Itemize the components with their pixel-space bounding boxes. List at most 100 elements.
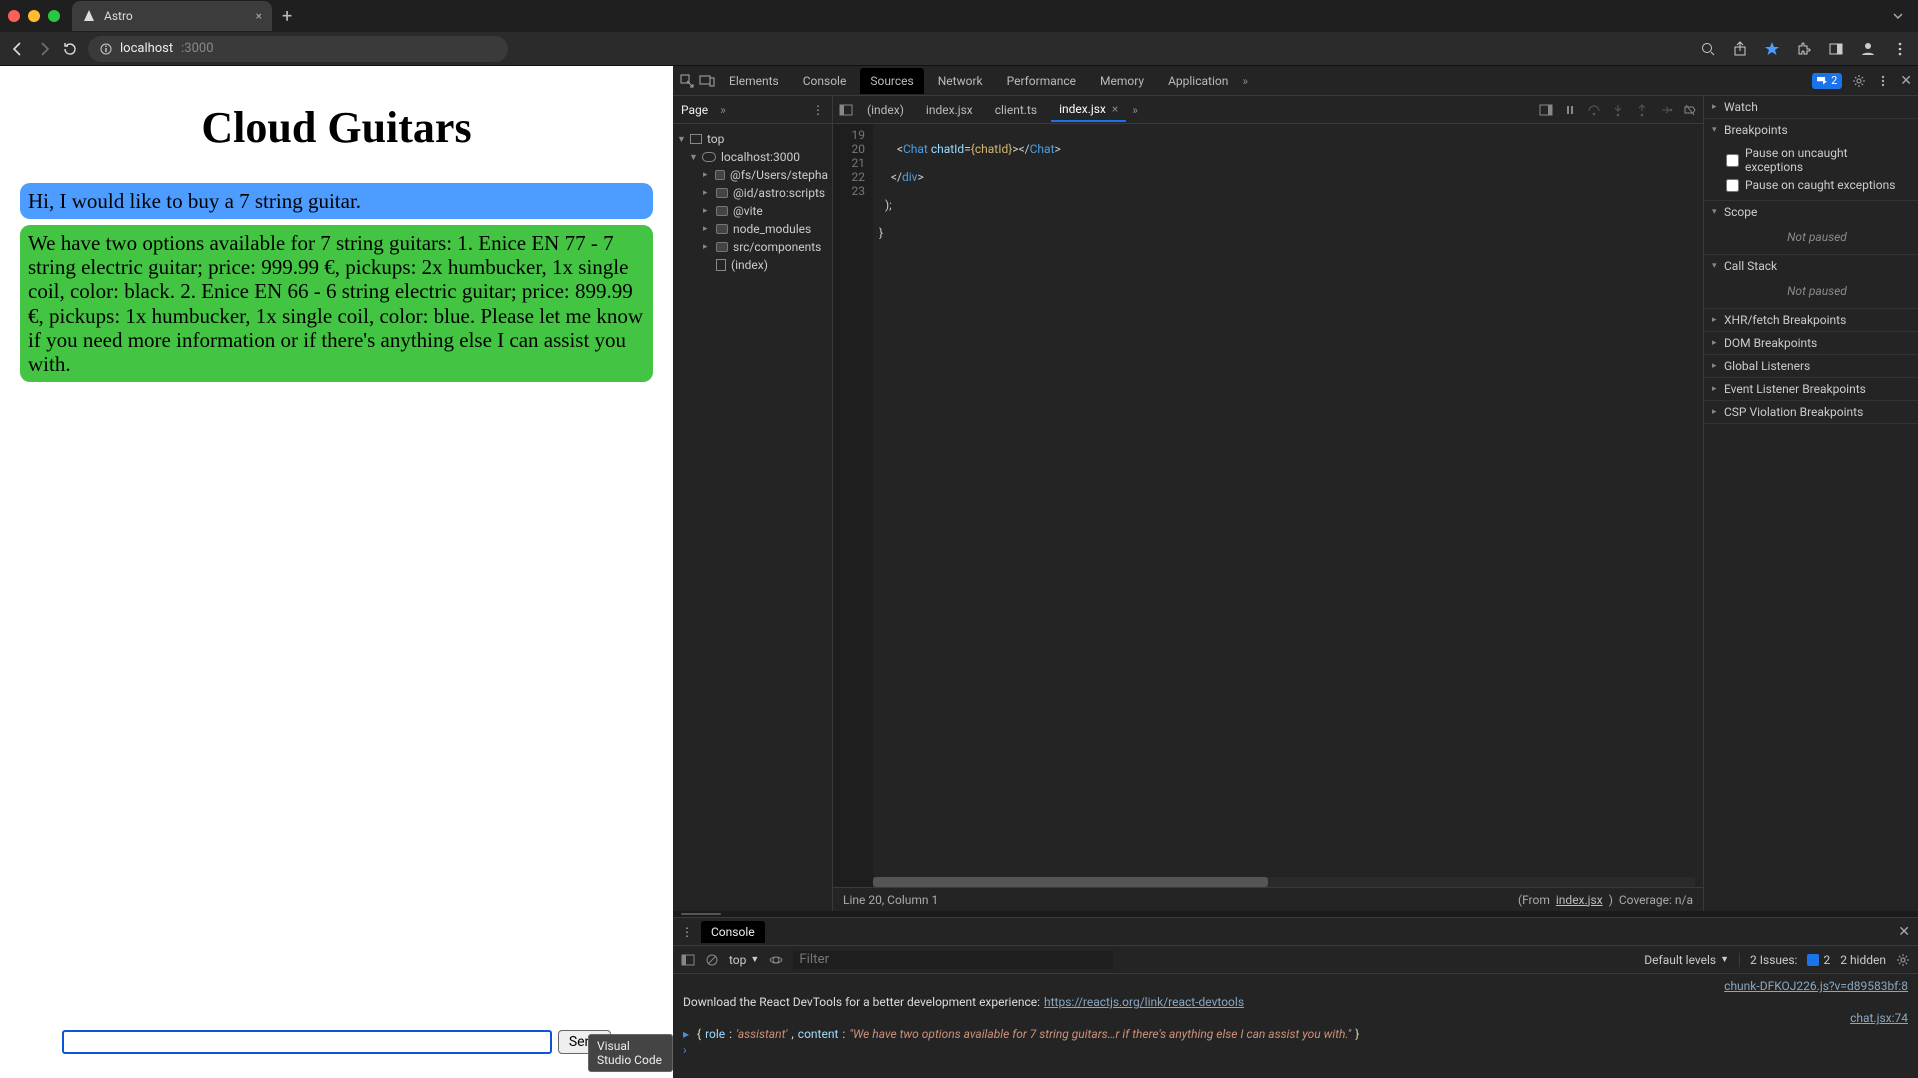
folder-icon bbox=[715, 170, 725, 180]
profile-icon[interactable] bbox=[1860, 41, 1876, 57]
step-icon[interactable] bbox=[1659, 103, 1673, 117]
dock-tooltip: Visual Studio Code bbox=[588, 1034, 673, 1072]
tree-file-index[interactable]: (index) bbox=[677, 256, 828, 274]
new-tab-button[interactable]: + bbox=[282, 6, 292, 27]
back-button[interactable] bbox=[10, 41, 26, 57]
reload-button[interactable] bbox=[62, 41, 78, 57]
log-source-link[interactable]: chunk-DFKOJ226.js?v=d89583bf:8 bbox=[1724, 979, 1908, 993]
section-xhr[interactable]: ▸XHR/fetch Breakpoints bbox=[1704, 309, 1918, 331]
section-watch[interactable]: ▸Watch bbox=[1704, 96, 1918, 118]
step-into-icon[interactable] bbox=[1611, 103, 1625, 117]
tabs-overflow-button[interactable] bbox=[1892, 10, 1910, 22]
window-minimize-button[interactable] bbox=[28, 10, 40, 22]
drawer-tab-console[interactable]: Console bbox=[701, 921, 765, 943]
log-source-link[interactable]: chat.jsx:74 bbox=[1850, 1011, 1908, 1025]
file-tab[interactable]: index.jsx bbox=[918, 99, 981, 121]
url-port: :3000 bbox=[181, 41, 213, 56]
hidden-count[interactable]: 2 hidden bbox=[1840, 953, 1886, 967]
clear-console-icon[interactable] bbox=[705, 953, 719, 967]
horizontal-scrollbar[interactable] bbox=[873, 877, 1695, 887]
live-expression-icon[interactable] bbox=[769, 953, 783, 967]
more-files-icon[interactable]: » bbox=[1132, 103, 1138, 117]
drawer-kebab-icon[interactable]: ⋮ bbox=[681, 925, 693, 939]
window-maximize-button[interactable] bbox=[48, 10, 60, 22]
section-scope[interactable]: ▾Scope bbox=[1704, 201, 1918, 223]
search-icon[interactable] bbox=[1700, 41, 1716, 57]
section-event[interactable]: ▸Event Listener Breakpoints bbox=[1704, 378, 1918, 400]
issues-count[interactable]: 2 bbox=[1807, 953, 1830, 967]
console-prompt[interactable]: › bbox=[683, 1042, 1908, 1058]
message-input[interactable] bbox=[62, 1030, 552, 1054]
tab-memory[interactable]: Memory bbox=[1090, 68, 1154, 94]
section-csp[interactable]: ▸CSP Violation Breakpoints bbox=[1704, 401, 1918, 423]
file-tab[interactable]: client.ts bbox=[987, 99, 1045, 121]
tab-elements[interactable]: Elements bbox=[719, 68, 789, 94]
inspect-element-icon[interactable] bbox=[679, 73, 695, 89]
toggle-navigator-icon[interactable] bbox=[839, 103, 853, 117]
issues-badge[interactable]: 2 bbox=[1812, 73, 1842, 89]
navigator-page-tab[interactable]: Page bbox=[681, 103, 708, 117]
chat-message-user: Hi, I would like to buy a 7 string guita… bbox=[20, 183, 653, 219]
pause-caught-checkbox[interactable]: Pause on caught exceptions bbox=[1726, 176, 1908, 194]
log-levels-selector[interactable]: Default levels▼ bbox=[1644, 953, 1740, 967]
editor-tabs: (index) index.jsx client.ts index.jsx× » bbox=[833, 96, 1703, 124]
extensions-icon[interactable] bbox=[1796, 41, 1812, 57]
tree-folder[interactable]: ▸@fs/Users/stepha bbox=[677, 166, 828, 184]
context-selector[interactable]: top▼ bbox=[729, 953, 759, 967]
browser-tab[interactable]: Astro × bbox=[72, 1, 272, 31]
pause-uncaught-checkbox[interactable]: Pause on uncaught exceptions bbox=[1726, 144, 1908, 176]
file-tab-active[interactable]: index.jsx× bbox=[1051, 98, 1126, 122]
toggle-sidebar-icon[interactable] bbox=[681, 953, 695, 967]
tab-network[interactable]: Network bbox=[928, 68, 993, 94]
console-filter-input[interactable] bbox=[793, 951, 1113, 969]
tree-folder[interactable]: ▸node_modules bbox=[677, 220, 828, 238]
tab-sources[interactable]: Sources bbox=[860, 68, 923, 94]
sidepanel-icon[interactable] bbox=[1828, 41, 1844, 57]
console-object[interactable]: ▸ {role: 'assistant', content: "We have … bbox=[683, 1026, 1908, 1042]
close-tab-button[interactable]: × bbox=[256, 9, 262, 23]
drawer-resizer[interactable] bbox=[673, 911, 1918, 917]
tree-folder[interactable]: ▸@vite bbox=[677, 202, 828, 220]
tree-folder[interactable]: ▸@id/astro:scripts bbox=[677, 184, 828, 202]
share-icon[interactable] bbox=[1732, 41, 1748, 57]
devtools-tabs: Elements Console Sources Network Perform… bbox=[673, 66, 1918, 96]
kebab-icon[interactable] bbox=[1876, 74, 1890, 88]
section-global[interactable]: ▸Global Listeners bbox=[1704, 355, 1918, 377]
navigator-more-icon[interactable]: » bbox=[720, 103, 726, 117]
console-drawer: ⋮ Console ✕ top▼ Default levels▼ 2 Issue… bbox=[673, 917, 1918, 1078]
code-editor[interactable]: 19 20 21 22 23 <Chat chatId={chatId}></C… bbox=[833, 124, 1703, 887]
folder-icon bbox=[716, 188, 728, 198]
window-close-button[interactable] bbox=[8, 10, 20, 22]
pause-icon[interactable] bbox=[1563, 103, 1577, 117]
console-settings-icon[interactable] bbox=[1896, 953, 1910, 967]
settings-icon[interactable] bbox=[1852, 74, 1866, 88]
address-bar[interactable]: localhost:3000 bbox=[88, 36, 508, 62]
toggle-debugger-icon[interactable] bbox=[1539, 103, 1553, 117]
bookmark-icon[interactable] bbox=[1764, 41, 1780, 57]
tab-application[interactable]: Application bbox=[1158, 68, 1238, 94]
deactivate-breakpoints-icon[interactable] bbox=[1683, 103, 1697, 117]
tree-top[interactable]: ▼top bbox=[677, 130, 828, 148]
step-over-icon[interactable] bbox=[1587, 103, 1601, 117]
tab-bar: Astro × + bbox=[0, 0, 1918, 32]
close-devtools-button[interactable]: ✕ bbox=[1900, 73, 1912, 89]
site-info-icon[interactable] bbox=[100, 43, 112, 55]
device-toolbar-icon[interactable] bbox=[699, 73, 715, 89]
from-file-link[interactable]: index.jsx bbox=[1556, 893, 1603, 907]
devtools-link[interactable]: https://reactjs.org/link/react-devtools bbox=[1044, 995, 1244, 1009]
tab-performance[interactable]: Performance bbox=[997, 68, 1086, 94]
forward-button[interactable] bbox=[36, 41, 52, 57]
navigator-kebab-icon[interactable]: ⋮ bbox=[812, 103, 824, 117]
file-tab[interactable]: (index) bbox=[859, 99, 912, 121]
menu-icon[interactable] bbox=[1892, 41, 1908, 57]
close-drawer-button[interactable]: ✕ bbox=[1898, 924, 1910, 940]
tree-host[interactable]: ▼localhost:3000 bbox=[677, 148, 828, 166]
more-tabs-icon[interactable]: » bbox=[1242, 74, 1248, 88]
section-breakpoints[interactable]: ▾Breakpoints bbox=[1704, 119, 1918, 141]
tab-console[interactable]: Console bbox=[793, 68, 857, 94]
step-out-icon[interactable] bbox=[1635, 103, 1649, 117]
close-file-icon[interactable]: × bbox=[1112, 102, 1118, 116]
section-dom[interactable]: ▸DOM Breakpoints bbox=[1704, 332, 1918, 354]
tree-folder[interactable]: ▸src/components bbox=[677, 238, 828, 256]
section-callstack[interactable]: ▾Call Stack bbox=[1704, 255, 1918, 277]
